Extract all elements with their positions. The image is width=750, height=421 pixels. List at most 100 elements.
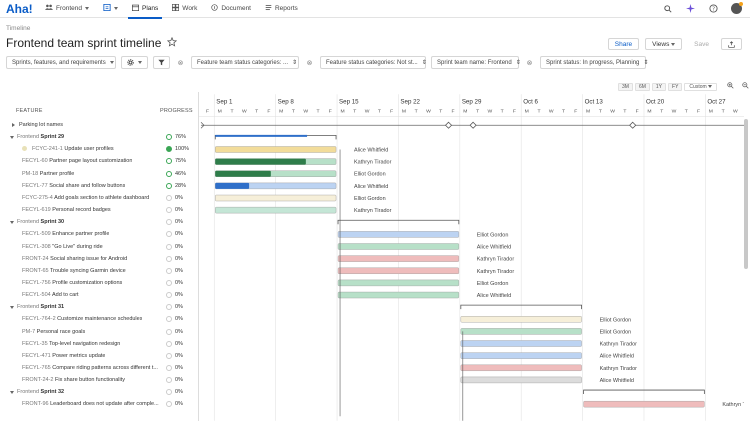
zoom-out-icon[interactable] — [742, 82, 749, 91]
views-button[interactable]: Views — [645, 38, 683, 50]
progress-column-header[interactable]: PROGRESS — [160, 108, 193, 114]
filter-button[interactable] — [153, 56, 170, 69]
feature-key: FECYL-756 — [22, 279, 51, 286]
nav-item-work[interactable]: Work — [165, 0, 204, 18]
help-icon[interactable]: ? — [708, 3, 719, 14]
progress-cell: 0% — [166, 292, 183, 299]
feature-row[interactable]: FECYL-619 Personal record badges 0% — [0, 204, 198, 216]
chevron-down-icon[interactable] — [10, 305, 14, 309]
zoom-in-icon[interactable] — [727, 82, 734, 91]
zoom-custom-select[interactable]: Custom — [684, 82, 718, 91]
clear-filter-3-icon[interactable]: ⊗ — [524, 56, 535, 69]
clear-filter-1-icon[interactable]: ⊗ — [175, 56, 186, 69]
filter-sprint-status[interactable]: Sprint status: In progress, Planning ⇕ — [540, 56, 648, 69]
feature-row[interactable]: PM-18 Partner profile 46% — [0, 168, 198, 180]
chevron-down-icon[interactable] — [10, 390, 14, 394]
progress-ring-icon — [166, 389, 172, 396]
clear-filter-2-icon[interactable]: ⊗ — [304, 56, 315, 69]
feature-bar[interactable] — [337, 267, 460, 274]
feature-row[interactable]: FRONT-96 Leaderboard does not update aft… — [0, 398, 198, 410]
feature-row[interactable]: FRONT-65 Trouble syncing Garmin device 0% — [0, 265, 198, 277]
day-label: M — [279, 108, 283, 114]
filter-feature-status[interactable]: Feature status categories: Not st... ⇕ — [320, 56, 427, 69]
feature-row[interactable]: FCYC-275-4 Add goals section to athlete … — [0, 192, 198, 204]
vertical-scrollbar[interactable] — [744, 119, 748, 269]
feature-bar[interactable] — [215, 206, 337, 214]
nav-item-workspace[interactable] — [96, 0, 125, 18]
chevron-right-icon[interactable] — [12, 123, 15, 127]
feature-row[interactable]: FECYL-308 "Go Live" during ride 0% — [0, 241, 198, 253]
assignee-label: Alice Whitfield — [600, 378, 634, 384]
milestone-diamond[interactable] — [469, 121, 477, 129]
feature-bar[interactable] — [337, 279, 460, 287]
sprint-row[interactable]: Frontend Sprint 29 76% — [0, 131, 198, 143]
star-icon[interactable] — [167, 36, 178, 50]
search-icon[interactable] — [662, 3, 673, 14]
filter-sprint-team[interactable]: Sprint team name: Frontend ⇕ — [431, 56, 521, 69]
feature-row[interactable]: FECYL-471 Power metrics update 0% — [0, 350, 198, 362]
feature-row[interactable]: FECYL-764-2 Customize maintenance schedu… — [0, 313, 198, 325]
nav-item-plans[interactable]: Plans — [125, 0, 165, 19]
filter-team-status[interactable]: Feature team status categories: ... ⇕ — [191, 56, 299, 69]
export-button[interactable] — [721, 38, 742, 50]
feature-row[interactable]: PM-7 Personal race goals 0% — [0, 326, 198, 338]
feature-row[interactable]: FRONT-24-2 Fix share button functionalit… — [0, 374, 198, 386]
zoom-1y-button[interactable]: 1Y — [651, 82, 667, 91]
timeline-chart[interactable]: FMTWTFMTWTFMTWTFMTWTFMTWTFMTWTFMTWTFMTWT… — [198, 92, 744, 421]
feature-bar[interactable] — [215, 194, 337, 202]
feature-bar[interactable] — [583, 400, 705, 408]
progress-cell: 0% — [166, 389, 183, 396]
parking-lot-row[interactable]: Parking lot names — [0, 119, 198, 131]
feature-row[interactable]: FECYL-509 Enhance partner profile 0% — [0, 228, 198, 240]
feature-row[interactable]: FECYL-35 Top-level navigation redesign 0% — [0, 338, 198, 350]
milestone-diamond[interactable] — [629, 121, 637, 129]
feature-bar[interactable] — [337, 231, 460, 238]
nav-item-document[interactable]: Document — [204, 0, 258, 18]
feature-row[interactable]: FECYL-756 Profile customization options 0… — [0, 277, 198, 289]
feature-bar[interactable] — [337, 243, 460, 250]
feature-bar[interactable] — [460, 316, 582, 323]
sprint-row[interactable]: Frontend Sprint 30 0% — [0, 216, 198, 228]
assignee-label: Kathryn Tirador — [354, 160, 392, 166]
feature-row[interactable]: FRONT-24 Social sharing issue for Androi… — [0, 253, 198, 265]
feature-row[interactable]: FECYL-60 Partner page layout customizati… — [0, 155, 198, 167]
feature-bar[interactable] — [460, 352, 582, 359]
chevron-down-icon — [114, 7, 119, 10]
feature-row[interactable]: FECYL-765 Compare riding patterns across… — [0, 362, 198, 374]
user-avatar[interactable] — [731, 2, 743, 14]
feature-bar[interactable] — [337, 255, 460, 262]
ai-sparkle-icon[interactable] — [685, 3, 696, 14]
nav-item-reports[interactable]: Reports — [258, 0, 305, 18]
progress-cell: 28% — [166, 182, 186, 189]
sort-icon: ⇕ — [292, 60, 298, 66]
scope-select[interactable]: Sprints, features, and requirements — [6, 56, 116, 69]
share-button[interactable]: Share — [607, 38, 640, 50]
breadcrumb[interactable]: Timeline — [6, 25, 30, 32]
feature-row[interactable]: FECYL-504 Add to cart 0% — [0, 289, 198, 301]
app-logo[interactable]: Aha! — [6, 2, 38, 16]
feature-bar[interactable] — [460, 376, 582, 384]
feature-column-header[interactable]: FEATURE — [16, 108, 43, 114]
progress-ring-icon — [166, 279, 172, 286]
milestone-diamond[interactable] — [444, 121, 453, 129]
feature-row[interactable]: FCYC-241-1 Update user profiles 100% — [0, 143, 198, 155]
progress-cell: 0% — [166, 231, 183, 238]
feature-bar[interactable] — [460, 328, 582, 335]
feature-bar[interactable] — [215, 146, 337, 153]
feature-row[interactable]: FECYL-77 Social share and follow buttons… — [0, 180, 198, 192]
feature-bar[interactable] — [460, 340, 582, 347]
chevron-down-icon[interactable] — [10, 135, 14, 139]
sprint-row[interactable]: Frontend Sprint 32 0% — [0, 386, 198, 398]
zoom-6m-button[interactable]: 6M — [634, 82, 650, 91]
feature-name: Personal race goals — [36, 328, 86, 335]
sprint-row[interactable]: Frontend Sprint 31 0% — [0, 301, 198, 313]
zoom-fy-button[interactable]: FY — [668, 82, 683, 91]
save-button[interactable]: Save — [688, 38, 715, 50]
feature-bar[interactable] — [337, 291, 460, 299]
nav-item-frontend[interactable]: Frontend — [38, 0, 96, 18]
zoom-3m-button[interactable]: 3M — [618, 82, 633, 91]
settings-dropdown[interactable] — [121, 56, 148, 69]
feature-name: Add to cart — [51, 292, 79, 299]
feature-bar[interactable] — [460, 364, 582, 371]
chevron-down-icon[interactable] — [10, 220, 14, 224]
